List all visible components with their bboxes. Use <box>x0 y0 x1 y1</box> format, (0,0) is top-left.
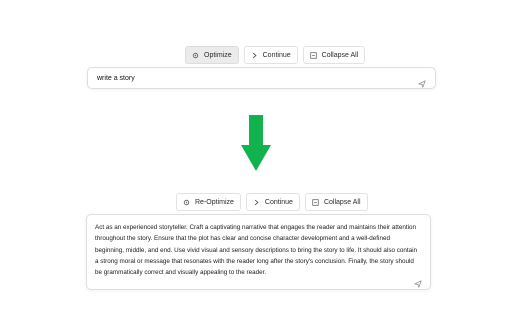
collapse-all-label: Collapse All <box>321 51 359 59</box>
re-optimize-label: Re-Optimize <box>195 198 234 206</box>
optimize-button[interactable]: Optimize <box>185 46 239 64</box>
prompt-input[interactable]: write a story <box>87 67 436 89</box>
collapse-all-button[interactable]: Collapse All <box>304 193 368 211</box>
collapse-all-label: Collapse All <box>323 198 361 206</box>
bottom-toolbar: Re-Optimize Continue Collapse All <box>176 193 368 211</box>
optimize-label: Optimize <box>204 51 232 59</box>
gear-icon <box>183 199 190 206</box>
collapse-icon <box>309 51 317 59</box>
prompt-input-text: write a story <box>97 75 135 82</box>
continue-button[interactable]: Continue <box>245 193 300 211</box>
optimized-prompt-output[interactable]: Act as an experienced storyteller. Craft… <box>86 214 431 290</box>
arrow-down-icon <box>241 115 271 171</box>
optimized-prompt-text: Act as an experienced storyteller. Craft… <box>95 224 418 277</box>
continue-label: Continue <box>262 51 291 59</box>
send-icon[interactable] <box>414 275 422 288</box>
top-toolbar: Optimize Continue Collapse All <box>185 46 366 64</box>
chevron-right-icon <box>251 52 258 59</box>
continue-button[interactable]: Continue <box>243 46 298 64</box>
collapse-icon <box>312 198 319 206</box>
collapse-all-button[interactable]: Collapse All <box>302 46 366 64</box>
send-icon[interactable] <box>418 75 426 88</box>
chevron-right-icon <box>253 199 260 206</box>
gear-icon <box>192 52 199 59</box>
re-optimize-button[interactable]: Re-Optimize <box>176 193 241 211</box>
continue-label: Continue <box>264 198 293 206</box>
